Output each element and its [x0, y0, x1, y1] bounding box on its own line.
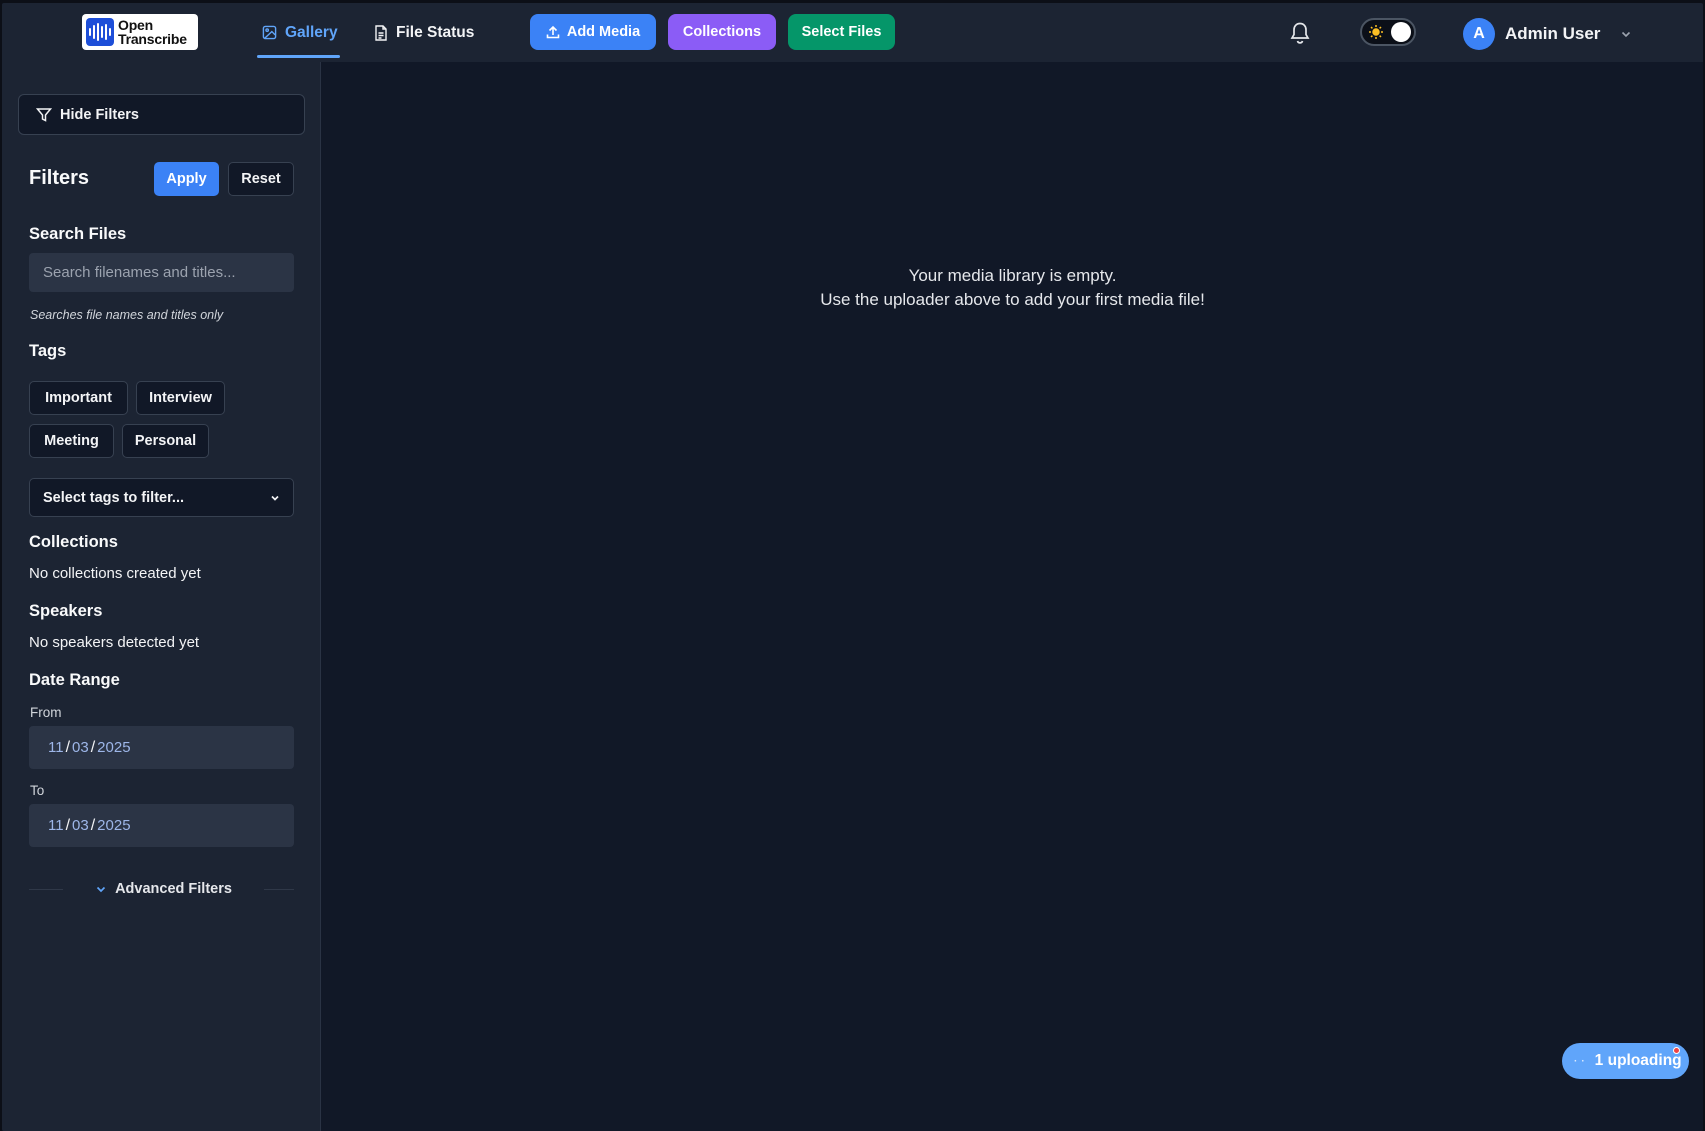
tab-file-status[interactable]: File Status: [374, 3, 474, 62]
add-media-button[interactable]: Add Media: [530, 14, 656, 50]
date-from-year: 2025: [97, 739, 131, 756]
speakers-empty-text: No speakers detected yet: [29, 634, 200, 651]
avatar: A: [1463, 18, 1495, 50]
upload-status-label: 1 uploading: [1594, 1052, 1682, 1069]
tag-interview[interactable]: Interview: [136, 381, 225, 415]
tags-title: Tags: [29, 342, 67, 360]
date-from-month: 11: [48, 739, 64, 756]
app-window: Open Transcribe Gallery File Status Add …: [2, 3, 1703, 1131]
chevron-down-icon: [271, 495, 279, 501]
select-files-button[interactable]: Select Files: [788, 14, 895, 50]
waveform-icon: [86, 18, 114, 46]
speakers-title: Speakers: [29, 602, 103, 620]
collections-button[interactable]: Collections: [668, 14, 776, 50]
date-to-year: 2025: [97, 817, 131, 834]
app-logo[interactable]: Open Transcribe: [82, 14, 198, 50]
chevron-down-icon: [96, 886, 106, 893]
top-navbar: Open Transcribe Gallery File Status Add …: [2, 3, 1703, 62]
advanced-filters-label: Advanced Filters: [115, 881, 232, 897]
collections-title: Collections: [29, 533, 118, 551]
document-icon: [375, 24, 387, 41]
image-icon: [262, 25, 277, 40]
filters-sidebar: Hide Filters Filters Apply Reset Search …: [2, 62, 321, 1131]
collections-empty-text: No collections created yet: [29, 565, 201, 582]
tag-personal[interactable]: Personal: [122, 424, 209, 458]
date-to-day: 03: [72, 817, 89, 834]
spinner-icon: ··: [1574, 1055, 1589, 1067]
toggle-knob: [1391, 22, 1411, 42]
reset-button[interactable]: Reset: [228, 162, 294, 196]
divider: [264, 888, 294, 890]
apply-button[interactable]: Apply: [154, 162, 219, 196]
date-from-label: From: [30, 705, 62, 720]
filter-icon: [36, 107, 52, 122]
advanced-filters-toggle[interactable]: Advanced Filters: [29, 878, 294, 900]
hide-filters-button[interactable]: Hide Filters: [18, 94, 305, 135]
tag-meeting[interactable]: Meeting: [29, 424, 114, 458]
upload-status-button[interactable]: ·· 1 uploading: [1562, 1043, 1689, 1079]
notification-dot: [1673, 1047, 1680, 1054]
search-input[interactable]: [29, 253, 294, 292]
search-files-title: Search Files: [29, 225, 127, 243]
bell-icon[interactable]: [1289, 21, 1311, 45]
tag-select-dropdown[interactable]: Select tags to filter...: [29, 478, 294, 517]
user-name: Admin User: [1505, 24, 1601, 43]
empty-state-line-1: Your media library is empty.: [908, 266, 1117, 285]
empty-state-line-2: Use the uploader above to add your first…: [820, 290, 1205, 309]
date-from-input[interactable]: 11/03/2025: [29, 726, 294, 769]
tag-important[interactable]: Important: [29, 381, 128, 415]
logo-text: Open Transcribe: [118, 17, 187, 47]
tag-select-label: Select tags to filter...: [43, 489, 185, 506]
theme-toggle[interactable]: [1360, 18, 1416, 46]
empty-state-message: Your media library is empty. Use the upl…: [322, 264, 1703, 312]
upload-icon: [546, 25, 560, 39]
user-menu[interactable]: A Admin User: [1463, 18, 1632, 50]
filters-title: Filters: [29, 167, 90, 189]
search-hint: Searches file names and titles only: [30, 308, 224, 322]
tab-gallery[interactable]: Gallery: [257, 3, 340, 62]
date-to-input[interactable]: 11/03/2025: [29, 804, 294, 847]
divider: [29, 888, 63, 890]
date-to-label: To: [30, 783, 45, 798]
sun-icon: [1369, 25, 1383, 39]
date-from-day: 03: [72, 739, 89, 756]
date-range-title: Date Range: [29, 671, 120, 689]
date-to-month: 11: [48, 817, 64, 834]
chevron-down-icon: [1622, 31, 1631, 38]
